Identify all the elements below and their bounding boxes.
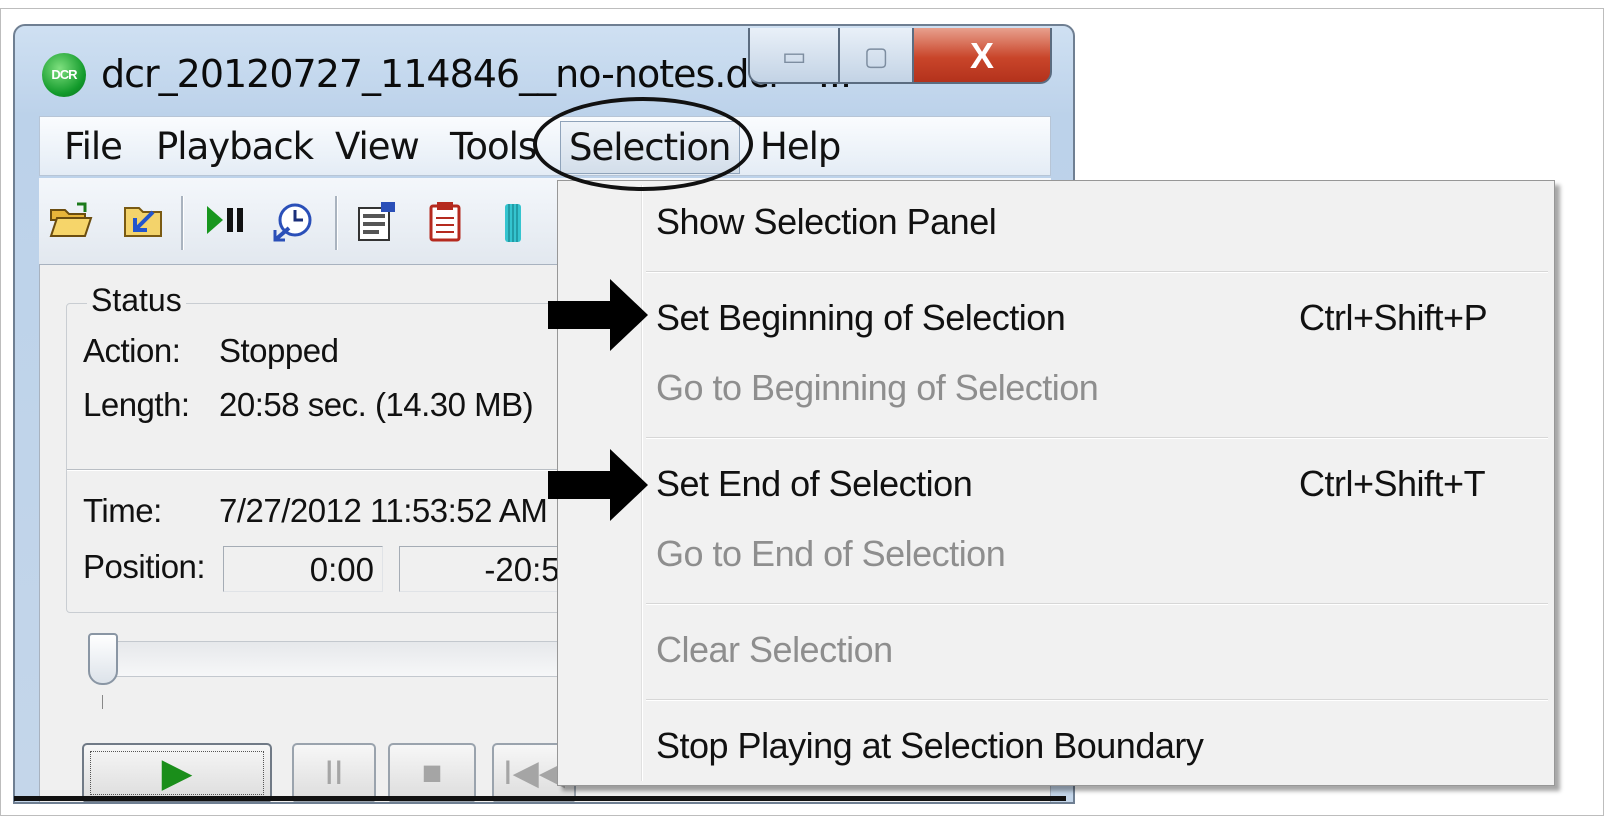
menu-separator (646, 437, 1548, 439)
menu-item-goto-beginning: Go to Beginning of Selection (656, 367, 1099, 408)
length-label: Length: (83, 386, 190, 423)
menu-item-set-beginning[interactable]: Set Beginning of Selection (656, 297, 1066, 339)
window-title: dcr_20120727_114846__no-notes.dcr - ... (101, 52, 852, 96)
menu-view[interactable]: View (331, 125, 423, 168)
app-logo-icon: DCR (42, 53, 86, 97)
shortcut-set-beginning: Ctrl+Shift+P (1299, 297, 1488, 338)
selection-highlight-ellipse (533, 97, 753, 191)
rewind-icon: I◀◀ (503, 754, 565, 792)
play-icon: ▶ (161, 751, 193, 795)
maximize-button[interactable]: ▢ (840, 28, 914, 84)
close-button[interactable]: X (914, 28, 1052, 84)
position-slider-track[interactable] (92, 641, 612, 677)
slider-tick (102, 695, 103, 709)
minimize-button[interactable]: ▭ (748, 28, 840, 84)
menu-playback[interactable]: Playback (152, 125, 317, 168)
stop-icon: ■ (421, 754, 443, 792)
selection-dropdown-menu: Show Selection Panel Set Beginning of Se… (557, 180, 1555, 786)
pause-icon: II (324, 754, 344, 792)
menu-item-clear-selection: Clear Selection (656, 629, 893, 670)
position-slider-thumb[interactable] (88, 633, 118, 685)
status-legend: Status (87, 282, 186, 319)
arrow-annotation-set-end (548, 449, 648, 521)
toolbar-separator (335, 196, 338, 250)
play-pause-icon[interactable] (203, 200, 247, 244)
play-button[interactable]: ▶ (82, 743, 272, 802)
menu-tools[interactable]: Tools (446, 125, 540, 168)
menu-separator (646, 699, 1548, 701)
menu-separator (646, 271, 1548, 273)
bottom-border-line (14, 796, 1066, 801)
notes-icon[interactable] (423, 200, 467, 244)
time-jump-icon[interactable] (271, 200, 315, 244)
action-label: Action: (83, 332, 181, 369)
stop-button[interactable]: ■ (388, 743, 476, 802)
menu-item-show-selection-panel[interactable]: Show Selection Panel (656, 201, 997, 243)
pause-button[interactable]: II (292, 743, 376, 802)
open-folder-icon[interactable] (49, 200, 93, 244)
title-bar[interactable]: DCR dcr_20120727_114846__no-notes.dcr - … (15, 26, 1073, 118)
import-icon[interactable] (121, 200, 165, 244)
segments-icon[interactable] (491, 200, 535, 244)
properties-icon[interactable] (355, 200, 399, 244)
status-divider (67, 469, 587, 471)
maximize-icon: ▢ (863, 41, 889, 71)
action-value: Stopped (219, 332, 339, 369)
menu-item-goto-end: Go to End of Selection (656, 533, 1006, 574)
shortcut-set-end: Ctrl+Shift+T (1299, 463, 1486, 504)
menu-item-set-end[interactable]: Set End of Selection (656, 463, 973, 505)
toolbar-separator (181, 196, 184, 250)
arrow-annotation-set-beginning (548, 279, 648, 351)
close-icon: X (969, 35, 994, 76)
status-group: Status Action: Stopped Length: 20:58 sec… (66, 282, 588, 613)
menu-file[interactable]: File (60, 125, 126, 168)
time-label: Time: (83, 492, 162, 529)
position-label: Position: (83, 548, 206, 585)
minimize-icon: ▭ (781, 41, 807, 71)
menu-help[interactable]: Help (756, 125, 844, 168)
menu-separator (646, 603, 1548, 605)
time-value: 7/27/2012 11:53:52 AM (219, 492, 548, 529)
menu-item-stop-at-boundary[interactable]: Stop Playing at Selection Boundary (656, 725, 1204, 767)
position-elapsed-field: 0:00 (223, 546, 383, 592)
length-value: 20:58 sec. (14.30 MB) (219, 386, 534, 423)
